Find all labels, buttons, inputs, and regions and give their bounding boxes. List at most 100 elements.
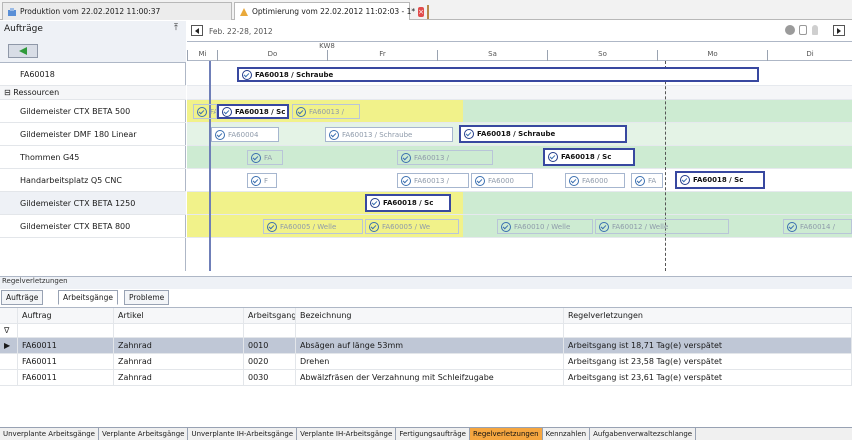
lane-r3 bbox=[187, 146, 852, 169]
tab-produktion[interactable]: Produktion vom 22.02.2012 11:00:37 bbox=[2, 2, 232, 20]
gantt-bar[interactable]: FA60014 / bbox=[783, 219, 852, 234]
resource-ctx-beta-1250[interactable]: Gildemeister CTX BETA 1250 bbox=[0, 192, 186, 215]
operation-icon bbox=[635, 175, 645, 186]
filter-row: ∇ bbox=[0, 324, 852, 338]
gantt-bar[interactable]: FA60013 / bbox=[292, 104, 360, 119]
gantt-bar[interactable]: FA60018 / Sc bbox=[543, 148, 635, 166]
date-range: Feb. 22-28, 2012 bbox=[209, 27, 273, 36]
table-row[interactable]: ▶ FA60011 Zahnrad 0010 Absägen auf länge… bbox=[0, 338, 852, 354]
panel-title: Regelverletzungen bbox=[0, 277, 852, 289]
filter-artikel[interactable] bbox=[114, 324, 244, 337]
arrow-right-icon bbox=[837, 27, 841, 34]
resource-thommen-g45[interactable]: Thommen G45 bbox=[0, 146, 186, 169]
day-so: So bbox=[547, 50, 657, 61]
tab-regelverletzungen[interactable]: Regelverletzungen bbox=[469, 428, 543, 440]
gantt-bar[interactable]: FA60018 / Sc bbox=[365, 194, 451, 212]
operation-icon bbox=[296, 106, 306, 117]
operation-icon bbox=[599, 221, 609, 232]
operation-icon bbox=[222, 106, 232, 117]
tab-verplante-arbeitsgaenge[interactable]: Verplante Arbeitsgänge bbox=[98, 428, 189, 440]
column-bezeichnung[interactable]: Bezeichnung bbox=[296, 308, 564, 323]
gantt-bar[interactable]: FA60018 / Schraube bbox=[237, 67, 759, 82]
filter-icon[interactable]: ∇ bbox=[4, 326, 9, 335]
subtab-probleme[interactable]: Probleme bbox=[124, 290, 170, 305]
production-icon bbox=[7, 7, 17, 17]
tab-verplante-ih-arbeitsgaenge[interactable]: Verplante IH-Arbeitsgänge bbox=[297, 428, 397, 440]
resource-dmf-180[interactable]: Gildemeister DMF 180 Linear bbox=[0, 123, 186, 146]
gantt-bar[interactable]: FA60013 / Schraube bbox=[325, 127, 453, 142]
gantt-bar[interactable]: FA bbox=[193, 104, 217, 119]
current-time-line bbox=[209, 61, 211, 271]
subtab-auftraege[interactable]: Aufträge bbox=[1, 290, 44, 305]
previous-button[interactable] bbox=[191, 25, 203, 36]
tab-kennzahlen[interactable]: Kennzahlen bbox=[542, 428, 591, 440]
operation-icon bbox=[329, 129, 339, 140]
panel-title: Aufträge bbox=[4, 24, 43, 34]
tab-fertigungsauftraege[interactable]: Fertigungsaufträge bbox=[396, 428, 470, 440]
close-icon[interactable]: × bbox=[418, 6, 425, 17]
gantt-bar[interactable]: FA bbox=[247, 150, 283, 165]
gantt-bar[interactable]: FA60018 / Sc bbox=[675, 171, 765, 189]
filter-regel[interactable] bbox=[564, 324, 852, 337]
gantt-bar[interactable]: FA60018 / Schraube bbox=[459, 125, 627, 143]
gantt-bar[interactable]: FA60018 / Sc bbox=[217, 104, 289, 119]
free-zone bbox=[463, 100, 852, 122]
resources-group[interactable]: ⊟ Ressourcen bbox=[0, 86, 186, 100]
resource-ctx-beta-500[interactable]: Gildemeister CTX BETA 500 bbox=[0, 100, 186, 123]
filter-arbeitsgang[interactable] bbox=[244, 324, 296, 337]
operation-icon bbox=[242, 69, 252, 80]
day-mo: Mo bbox=[657, 50, 767, 61]
gantt-bar[interactable]: FA60012 / Welle bbox=[595, 219, 729, 234]
gantt-bar[interactable]: FA bbox=[631, 173, 663, 188]
row-indicator-icon: ▶ bbox=[4, 341, 11, 350]
document-icon[interactable] bbox=[427, 4, 430, 19]
tab-aufgabenwarteschlange[interactable]: Aufgabenverwaltezschlange bbox=[590, 428, 697, 440]
filter-auftrag[interactable] bbox=[18, 324, 114, 337]
subtab-arbeitsgaenge[interactable]: Arbeitsgänge bbox=[58, 290, 119, 305]
table-row[interactable]: FA60011 Zahnrad 0020 Drehen Arbeitsgang … bbox=[0, 354, 852, 370]
tab-optimierung-label: Optimierung vom 22.02.2012 11:02:03 - 1* bbox=[252, 7, 416, 16]
operation-icon bbox=[369, 221, 379, 232]
operation-icon bbox=[401, 152, 411, 163]
deadline-line bbox=[665, 61, 666, 271]
optimization-icon bbox=[239, 7, 249, 17]
gantt-navigation: Feb. 22-28, 2012 bbox=[187, 21, 852, 41]
gantt-bar[interactable]: FA60005 / We bbox=[365, 219, 459, 234]
operation-icon bbox=[251, 175, 261, 186]
tab-unverplante-ih-arbeitsgaenge[interactable]: Unverplante IH-Arbeitsgänge bbox=[188, 428, 298, 440]
column-regelverletzungen[interactable]: Regelverletzungen bbox=[564, 308, 852, 323]
day-sa: Sa bbox=[437, 50, 547, 61]
gantt-bar[interactable]: FA60010 / Welle bbox=[497, 219, 593, 234]
tab-optimierung[interactable]: Optimierung vom 22.02.2012 11:02:03 - 1*… bbox=[234, 2, 430, 20]
status-icon[interactable] bbox=[785, 25, 795, 35]
column-artikel[interactable]: Artikel bbox=[114, 308, 244, 323]
lane-r5 bbox=[187, 192, 852, 215]
gantt-bar[interactable]: FA6000 bbox=[565, 173, 625, 188]
gantt-bar[interactable]: F bbox=[247, 173, 277, 188]
operation-icon bbox=[464, 129, 474, 139]
pin-icon[interactable]: ⤒ bbox=[174, 23, 178, 33]
table-row[interactable]: FA60011 Zahnrad 0030 Abwälzfräsen der Ve… bbox=[0, 370, 852, 386]
orders-panel-header: Aufträge ⤒ bbox=[0, 21, 186, 63]
resource-ctx-beta-800[interactable]: Gildemeister CTX BETA 800 bbox=[0, 215, 186, 238]
lock-icon[interactable] bbox=[799, 25, 807, 35]
column-arbeitsgang[interactable]: Arbeitsgang bbox=[244, 308, 296, 323]
bulb-icon[interactable] bbox=[812, 25, 818, 35]
gantt-bar[interactable]: FA60013 / bbox=[397, 150, 493, 165]
day-mi: Mi bbox=[187, 50, 217, 61]
back-button[interactable] bbox=[8, 44, 38, 58]
next-button[interactable] bbox=[833, 25, 845, 36]
resource-handarbeitsplatz[interactable]: Handarbeitsplatz Q5 CNC bbox=[0, 169, 186, 192]
violations-table: Auftrag Artikel Arbeitsgang Bezeichnung … bbox=[0, 307, 852, 425]
gantt-bar[interactable]: FA60005 / Welle bbox=[263, 219, 363, 234]
order-row-label[interactable]: FA60018 bbox=[0, 63, 186, 86]
column-auftrag[interactable]: Auftrag bbox=[18, 308, 114, 323]
gantt-chart: Feb. 22-28, 2012 KW8 Mi Do Fr Sa So Mo D… bbox=[187, 21, 852, 271]
gantt-bar[interactable]: FA60013 / bbox=[397, 173, 469, 188]
operation-icon bbox=[251, 152, 261, 163]
gantt-bar[interactable]: FA6000 bbox=[471, 173, 533, 188]
filter-bezeichnung[interactable] bbox=[296, 324, 564, 337]
tab-unverplante-arbeitsgaenge[interactable]: Unverplante Arbeitsgänge bbox=[0, 428, 99, 440]
gantt-bar[interactable]: FA60004 bbox=[211, 127, 279, 142]
free-zone bbox=[463, 192, 852, 214]
